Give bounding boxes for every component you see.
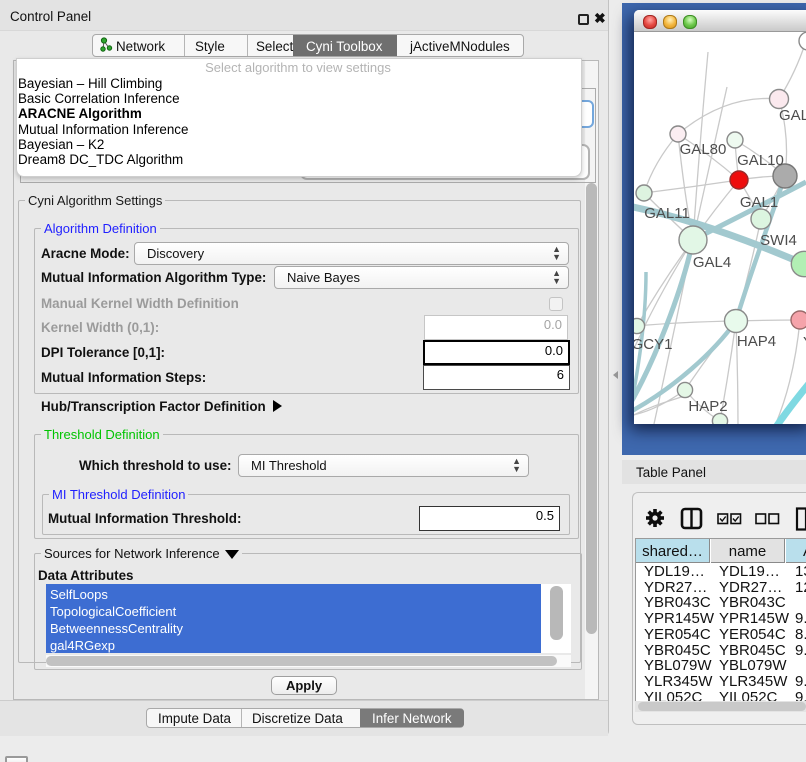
svg-text:GCY1: GCY1 [634, 336, 672, 353]
svg-text:GAL: GAL [779, 107, 806, 124]
svg-text:SWI4: SWI4 [760, 232, 797, 249]
svg-text:GAL4: GAL4 [693, 254, 731, 271]
svg-text:GAL10: GAL10 [737, 152, 784, 169]
svg-text:HAP2: HAP2 [688, 398, 727, 415]
svg-text:GAL1: GAL1 [740, 194, 778, 211]
svg-text:GAL11: GAL11 [644, 205, 690, 222]
svg-text:GAL80: GAL80 [680, 141, 727, 158]
svg-text:HAP4: HAP4 [737, 333, 776, 350]
